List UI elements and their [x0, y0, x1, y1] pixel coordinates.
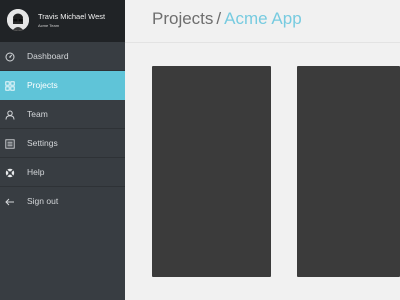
help-lifebuoy-icon: [5, 168, 15, 178]
breadcrumb-projects-link[interactable]: Projects: [152, 9, 213, 28]
sidebar-nav: Dashboard Projects Team Settings Help Si…: [0, 42, 125, 216]
sidebar-item-dashboard[interactable]: Dashboard: [0, 42, 125, 71]
sidebar-item-label: Team: [27, 109, 48, 119]
sidebar: Travis Michael West Acme Team Dashboard: [0, 0, 125, 300]
arrow-left-icon: [5, 197, 15, 207]
project-card[interactable]: [152, 66, 271, 277]
avatar: [7, 9, 29, 31]
user-name: Travis Michael West: [38, 12, 106, 21]
project-card[interactable]: [297, 66, 400, 277]
sidebar-item-label: Settings: [27, 138, 58, 148]
sidebar-item-sign-out[interactable]: Sign out: [0, 187, 125, 216]
main-content: Projects / Acme App: [125, 0, 400, 300]
breadcrumb: Projects / Acme App: [152, 9, 302, 29]
app-window: Travis Michael West Acme Team Dashboard: [0, 0, 400, 300]
settings-list-icon: [5, 139, 15, 149]
user-icon: [5, 110, 15, 120]
breadcrumb-current: Acme App: [224, 9, 302, 28]
user-team: Acme Team: [38, 23, 60, 28]
sidebar-item-projects[interactable]: Projects: [0, 71, 125, 100]
sidebar-item-settings[interactable]: Settings: [0, 129, 125, 158]
breadcrumb-separator: /: [216, 9, 222, 28]
sidebar-item-label: Help: [27, 167, 45, 177]
sidebar-item-label: Dashboard: [27, 51, 69, 61]
grid-icon: [5, 81, 15, 91]
user-profile[interactable]: Travis Michael West Acme Team: [0, 0, 125, 42]
sidebar-item-label: Projects: [27, 80, 58, 90]
header-divider: [125, 42, 400, 43]
sidebar-item-team[interactable]: Team: [0, 100, 125, 129]
dashboard-icon: [5, 52, 15, 62]
sidebar-item-label: Sign out: [27, 196, 59, 206]
sidebar-item-help[interactable]: Help: [0, 158, 125, 187]
